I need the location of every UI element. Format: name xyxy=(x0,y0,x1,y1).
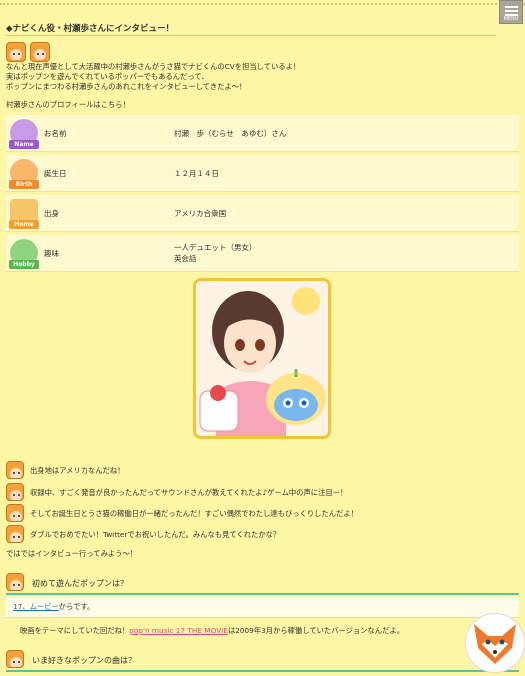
lead-in-text: ではではインタビュー行ってみよう〜！ xyxy=(6,549,137,558)
comment-line: 映画をテーマにしていた回だね！pop'n music 17 THE MOVIEは… xyxy=(20,626,404,637)
profile-key: 誕生日 xyxy=(44,169,67,178)
profile-key: お名前 xyxy=(44,129,67,138)
top-dotted-rule xyxy=(0,3,525,5)
nyami-icon xyxy=(30,42,50,62)
talk-text: ダブルでおめでたい！Twitterでお祝いしたんだ。みんなも見てくれたかな？ xyxy=(30,530,281,539)
comment-link[interactable]: pop'n music 17 THE MOVIE xyxy=(129,626,228,635)
mimi-icon xyxy=(6,461,24,479)
profile-value: 村瀬 歩（むらせ あゆむ）さん xyxy=(174,129,287,138)
home-badge-label: Home xyxy=(9,220,39,229)
profile-row-home: Home 出身 アメリカ合衆国 xyxy=(6,195,519,232)
intro-line-3: ポップンにまつわる村瀬歩さんのあれこれをインタビューしてきたよ〜！ xyxy=(6,82,247,91)
nyami-icon xyxy=(6,525,24,543)
profile-key: 趣味 xyxy=(44,249,59,258)
hamburger-icon xyxy=(505,6,518,8)
talk-line: 出身地はアメリカなんだね！ xyxy=(6,461,125,479)
answer-rest: からです。 xyxy=(58,602,95,611)
profile-lead: 村瀬歩さんのプロフィールはこちら！ xyxy=(6,100,130,109)
profile-key: 出身 xyxy=(44,209,59,218)
question-text: 初めて遊んだポップンは？ xyxy=(32,579,128,588)
question-heading: 初めて遊んだポップンは？ xyxy=(6,573,519,595)
profile-value: １２月１４日 xyxy=(174,169,219,178)
mimi-icon xyxy=(6,42,26,62)
portrait-illustration xyxy=(193,278,331,439)
mimi-icon xyxy=(6,504,24,522)
intro-line-1: なんと現在声優として大活躍中の村瀬歩さんがうさ猫でナビくんのCVを担当しているよ… xyxy=(6,62,301,71)
profile-row-hobby: Hobby 趣味 一人デュエット（男女） 英会話 xyxy=(6,235,519,272)
talk-text: 出身地はアメリカなんだね！ xyxy=(30,466,125,475)
answer-box: 17、ムービーからです。 xyxy=(6,597,519,618)
profile-value: アメリカ合衆国 xyxy=(174,209,227,218)
page-title: ◆ナビくん役・村瀬歩さんにインタビュー！ xyxy=(6,24,175,34)
portrait-drawing-icon xyxy=(196,281,328,436)
talk-text: そしてお誕生日とうさ猫の稼働日が一緒だったんだ！すごい偶然でわたし達もびっくりし… xyxy=(30,509,358,518)
comment-post: は2009年3月から稼働していたバージョンなんだよ。 xyxy=(227,626,405,635)
fox-logo-drawing xyxy=(474,624,516,664)
fox-logo-icon xyxy=(465,613,525,673)
title-underline xyxy=(6,35,496,36)
question-heading-2: いま好きなポップンの曲は？ xyxy=(6,650,519,672)
comment-pre: 映画をテーマにしていた回だね！ xyxy=(20,626,130,635)
mimi-icon xyxy=(6,573,24,591)
profile-row-name: Name お名前 村瀬 歩（むらせ あゆむ）さん xyxy=(6,115,519,152)
profile-row-birth: Birth 誕生日 １２月１４日 xyxy=(6,155,519,192)
talk-line: そしてお誕生日とうさ猫の稼働日が一緒だったんだ！すごい偶然でわたし達もびっくりし… xyxy=(6,504,358,522)
nyami-icon xyxy=(6,650,24,668)
talk-text: 収録中、すごく発音が良かったんだってサウンドさんが教えてくれたよ♪ゲーム中の声に… xyxy=(30,488,348,497)
profile-table: Name お名前 村瀬 歩（むらせ あゆむ）さん Birth 誕生日 １２月１４… xyxy=(6,115,519,275)
birth-badge-label: Birth xyxy=(9,180,39,189)
hobby-badge-label: Hobby xyxy=(9,260,39,269)
intro-line-2: 実はポップンを遊んでくれているポッパーでもあるんだって、 xyxy=(6,72,209,81)
answer-text: 17、ムービーからです。 xyxy=(13,602,94,613)
talk-line: ダブルでおめでたい！Twitterでお祝いしたんだ。みんなも見てくれたかな？ xyxy=(6,525,280,543)
profile-value: 一人デュエット（男女） xyxy=(174,243,257,252)
menu-button[interactable]: MENU xyxy=(499,0,523,24)
question-text: いま好きなポップンの曲は？ xyxy=(32,656,136,665)
menu-label: MENU xyxy=(503,16,519,22)
hamburger-icon-bar xyxy=(505,10,518,12)
profile-value-2: 英会話 xyxy=(174,254,197,263)
answer-link[interactable]: 17、ムービー xyxy=(13,602,59,611)
nyami-icon xyxy=(6,483,24,501)
talk-line: 収録中、すごく発音が良かったんだってサウンドさんが教えてくれたよ♪ゲーム中の声に… xyxy=(6,483,347,501)
name-badge-label: Name xyxy=(9,140,39,149)
